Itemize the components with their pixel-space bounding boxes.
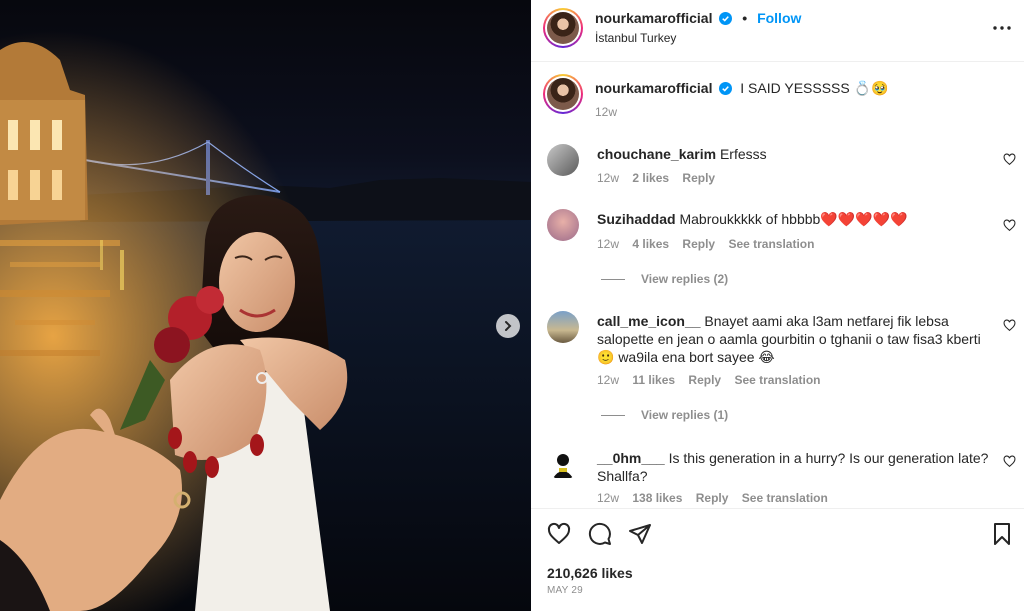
comment-body: call_me_icon__ Bnayet aami aka l3am netf… — [597, 312, 992, 366]
caption-time[interactable]: 12w — [595, 105, 617, 119]
likes-count[interactable]: 210,626 likes — [547, 565, 633, 581]
comment-meta: 12w 2 likes Reply — [597, 171, 725, 185]
view-replies-button[interactable]: View replies (2) — [597, 272, 728, 286]
like-comment-icon[interactable] — [1003, 153, 1016, 166]
author-avatar[interactable] — [543, 8, 583, 48]
header-user-line: nourkamarofficial • Follow — [595, 10, 801, 26]
post-photo — [0, 0, 531, 611]
see-translation-button[interactable]: See translation — [728, 237, 814, 251]
comment-likes[interactable]: 138 likes — [632, 491, 682, 505]
commenter-username[interactable]: __0hm___ — [597, 450, 665, 466]
replies-divider — [601, 415, 625, 417]
like-comment-icon[interactable] — [1003, 219, 1016, 232]
view-replies-label: View replies (2) — [641, 272, 729, 286]
comment-likes[interactable]: 4 likes — [632, 237, 669, 251]
separator-dot: • — [742, 10, 748, 26]
caption-text: I SAID YESSSSS 💍🥹 — [740, 80, 889, 96]
comment-item: chouchane_karim Erfesss 12w 2 likes Repl… — [531, 142, 1024, 202]
bookmark-icon[interactable] — [990, 522, 1014, 546]
post-media[interactable] — [0, 0, 531, 611]
next-arrow-icon — [505, 321, 512, 331]
caption-username[interactable]: nourkamarofficial — [595, 80, 712, 96]
comment-likes[interactable]: 11 likes — [632, 373, 675, 387]
comment-time[interactable]: 12w — [597, 171, 619, 185]
comment-time[interactable]: 12w — [597, 237, 619, 251]
comment-item: __0hm___ Is this generation in a hurry? … — [531, 446, 1024, 508]
comment-meta: 12w 138 likes Reply See translation — [597, 491, 838, 505]
follow-button[interactable]: Follow — [757, 10, 801, 26]
caption-line: nourkamarofficial I SAID YESSSSS 💍🥹 — [595, 80, 888, 97]
heart-icon[interactable] — [547, 522, 571, 546]
reply-button[interactable]: Reply — [696, 491, 729, 505]
comment-meta: 12w 11 likes Reply See translation — [597, 373, 830, 387]
post-header: nourkamarofficial • Follow İstanbul Turk… — [531, 0, 1024, 62]
comment-body: chouchane_karim Erfesss — [597, 145, 992, 163]
like-comment-icon[interactable] — [1003, 455, 1016, 468]
reply-button[interactable]: Reply — [682, 171, 715, 185]
see-translation-button[interactable]: See translation — [734, 373, 820, 387]
next-photo-button[interactable] — [496, 314, 520, 338]
commenter-avatar[interactable] — [547, 448, 579, 480]
post-date[interactable]: MAY 29 — [547, 585, 583, 596]
comment-body: Suzihaddad Mabroukkkkk of hbbbb❤️❤️❤️❤️❤… — [597, 210, 992, 228]
comment-body: __0hm___ Is this generation in a hurry? … — [597, 449, 992, 485]
commenter-username[interactable]: chouchane_karim — [597, 146, 716, 162]
comment-likes[interactable]: 2 likes — [632, 171, 669, 185]
view-replies-label: View replies (1) — [641, 408, 729, 422]
post-actions-bar: 210,626 likes MAY 29 — [531, 508, 1024, 611]
comment-item: call_me_icon__ Bnayet aami aka l3am netf… — [531, 309, 1024, 434]
comment-time[interactable]: 12w — [597, 373, 619, 387]
like-comment-icon[interactable] — [1003, 319, 1016, 332]
commenter-username[interactable]: Suzihaddad — [597, 211, 676, 227]
commenter-avatar[interactable] — [547, 209, 579, 241]
comment-item: Suzihaddad Mabroukkkkk of hbbbb❤️❤️❤️❤️❤… — [531, 207, 1024, 297]
reply-button[interactable]: Reply — [688, 373, 721, 387]
verified-badge-icon — [719, 82, 733, 95]
reply-button[interactable]: Reply — [682, 237, 715, 251]
share-icon[interactable] — [628, 522, 652, 546]
comments-section[interactable]: nourkamarofficial I SAID YESSSSS 💍🥹 12w … — [531, 62, 1024, 508]
comment-time[interactable]: 12w — [597, 491, 619, 505]
comment-meta: 12w 4 likes Reply See translation — [597, 237, 824, 251]
more-options-icon[interactable] — [990, 16, 1014, 40]
post-panel: nourkamarofficial • Follow İstanbul Turk… — [531, 0, 1024, 611]
verified-badge-icon — [719, 12, 733, 25]
commenter-username[interactable]: call_me_icon__ — [597, 313, 701, 329]
replies-divider — [601, 279, 625, 281]
caption-avatar[interactable] — [543, 74, 583, 114]
person-silhouette-icon — [553, 454, 573, 478]
post-location[interactable]: İstanbul Turkey — [595, 31, 676, 45]
commenter-avatar[interactable] — [547, 311, 579, 343]
commenter-avatar[interactable] — [547, 144, 579, 176]
author-username[interactable]: nourkamarofficial — [595, 10, 712, 26]
comment-text: Mabroukkkkk of hbbbb❤️❤️❤️❤️❤️ — [679, 211, 908, 227]
view-replies-button[interactable]: View replies (1) — [597, 408, 728, 422]
comment-icon[interactable] — [588, 522, 612, 546]
see-translation-button[interactable]: See translation — [742, 491, 828, 505]
comment-text: Erfesss — [719, 146, 767, 162]
